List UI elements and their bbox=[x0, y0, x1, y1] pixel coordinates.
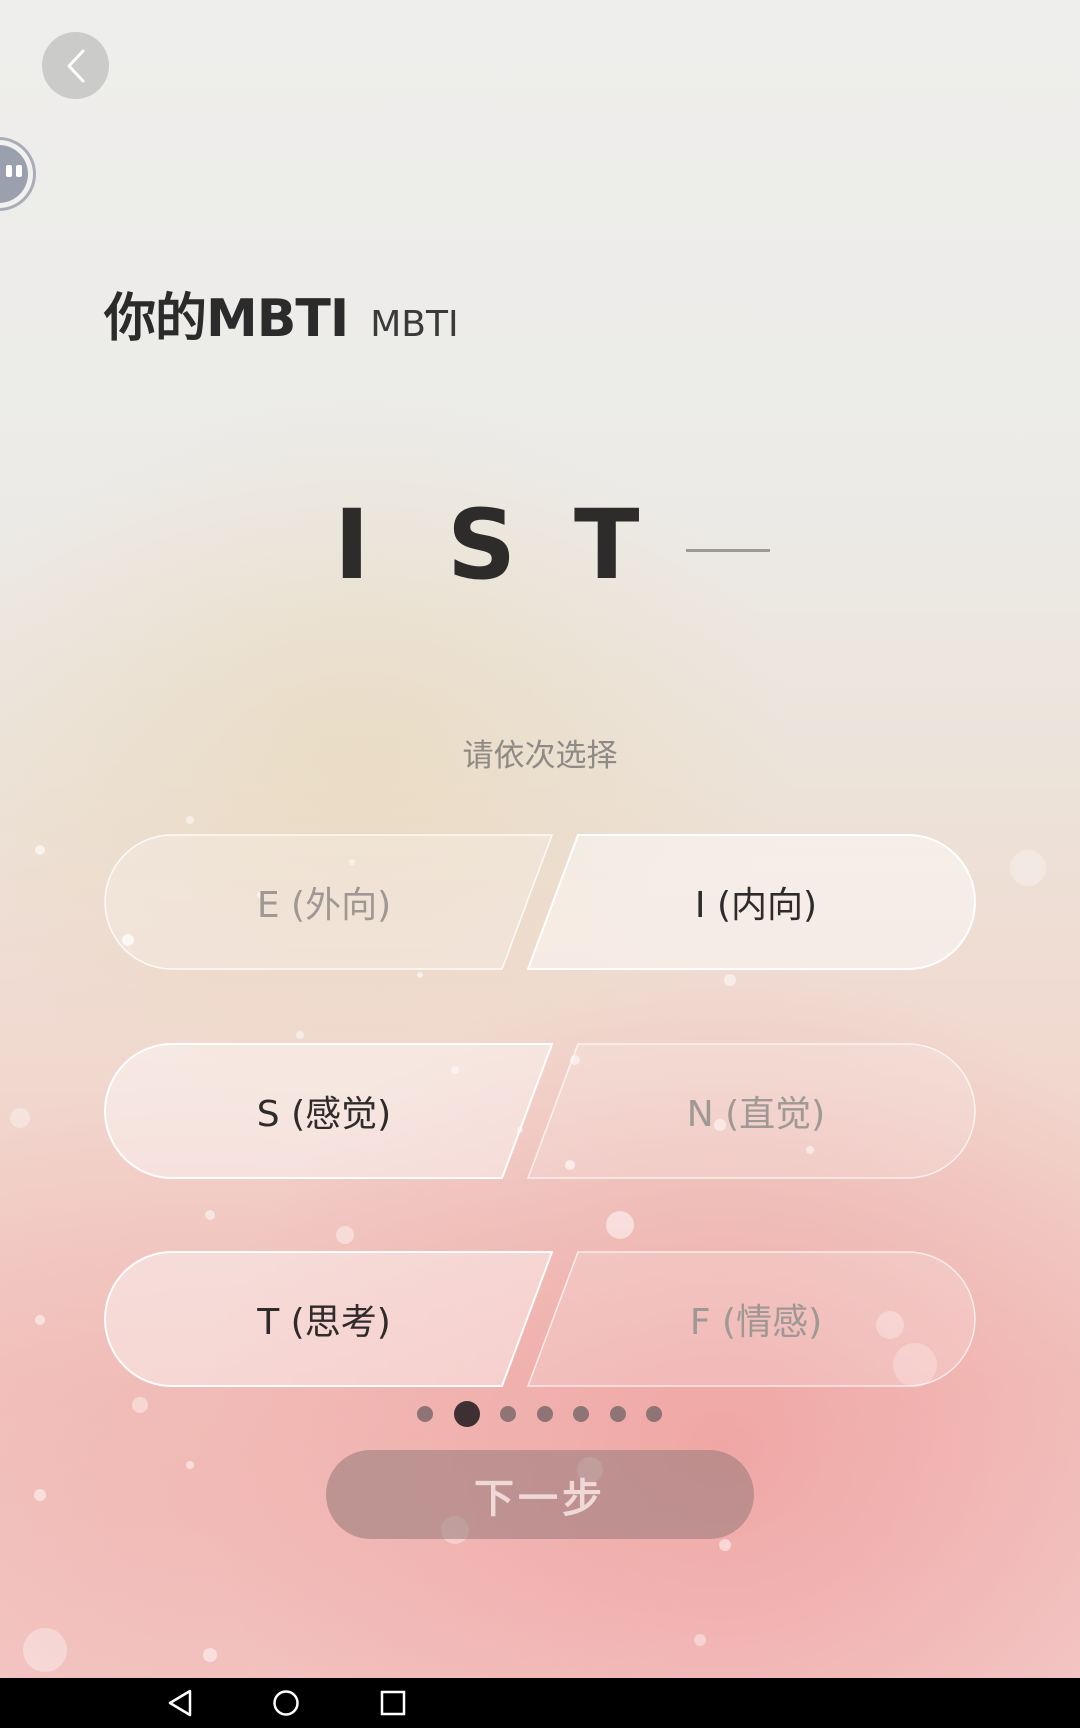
page-dot bbox=[573, 1406, 589, 1422]
page-dot bbox=[646, 1406, 662, 1422]
option-thinking[interactable]: T (思考) bbox=[104, 1251, 544, 1387]
nav-recents-button[interactable] bbox=[353, 1678, 433, 1728]
page-dot bbox=[500, 1406, 516, 1422]
option-introvert[interactable]: I (内向) bbox=[536, 834, 976, 970]
nav-home-button[interactable] bbox=[246, 1678, 326, 1728]
option-sensing[interactable]: S (感觉) bbox=[104, 1043, 544, 1179]
option-feeling[interactable]: F (情感) bbox=[536, 1251, 976, 1387]
selection-hint: 请依次选择 bbox=[462, 738, 618, 774]
back-button[interactable] bbox=[42, 32, 109, 99]
result-pending-slot bbox=[686, 549, 770, 552]
circle-home-icon bbox=[273, 1690, 299, 1716]
system-nav-bar bbox=[0, 1678, 1080, 1728]
page-dot bbox=[537, 1406, 553, 1422]
option-row-tf: T (思考) F (情感) bbox=[104, 1251, 976, 1387]
mbti-result: I S T bbox=[0, 490, 1080, 600]
page-dot bbox=[417, 1406, 433, 1422]
floating-assistant-icon bbox=[0, 145, 28, 203]
result-letter-3: T bbox=[574, 489, 640, 601]
result-letter-1: I bbox=[334, 489, 370, 601]
option-intuition[interactable]: N (直觉) bbox=[536, 1043, 976, 1179]
triangle-back-icon bbox=[168, 1689, 192, 1717]
page-indicator bbox=[0, 1400, 1080, 1430]
chevron-left-icon bbox=[67, 49, 84, 82]
title-row: 你的MBTI MBTI bbox=[104, 276, 459, 351]
page-dot-active bbox=[454, 1401, 480, 1427]
page-title: 你的MBTI bbox=[104, 289, 349, 349]
next-step-button[interactable]: 下一步 bbox=[326, 1450, 754, 1539]
page-dot bbox=[610, 1406, 626, 1422]
result-letter-2: S bbox=[447, 489, 517, 601]
page-subtitle: MBTI bbox=[370, 304, 459, 345]
square-recents-icon bbox=[380, 1690, 406, 1716]
option-row-sn: S (感觉) N (直觉) bbox=[104, 1043, 976, 1179]
nav-back-button[interactable] bbox=[140, 1678, 220, 1728]
floating-assistant-widget[interactable] bbox=[0, 137, 36, 211]
option-row-ei: E (外向) I (内向) bbox=[104, 834, 976, 970]
option-extrovert[interactable]: E (外向) bbox=[104, 834, 544, 970]
